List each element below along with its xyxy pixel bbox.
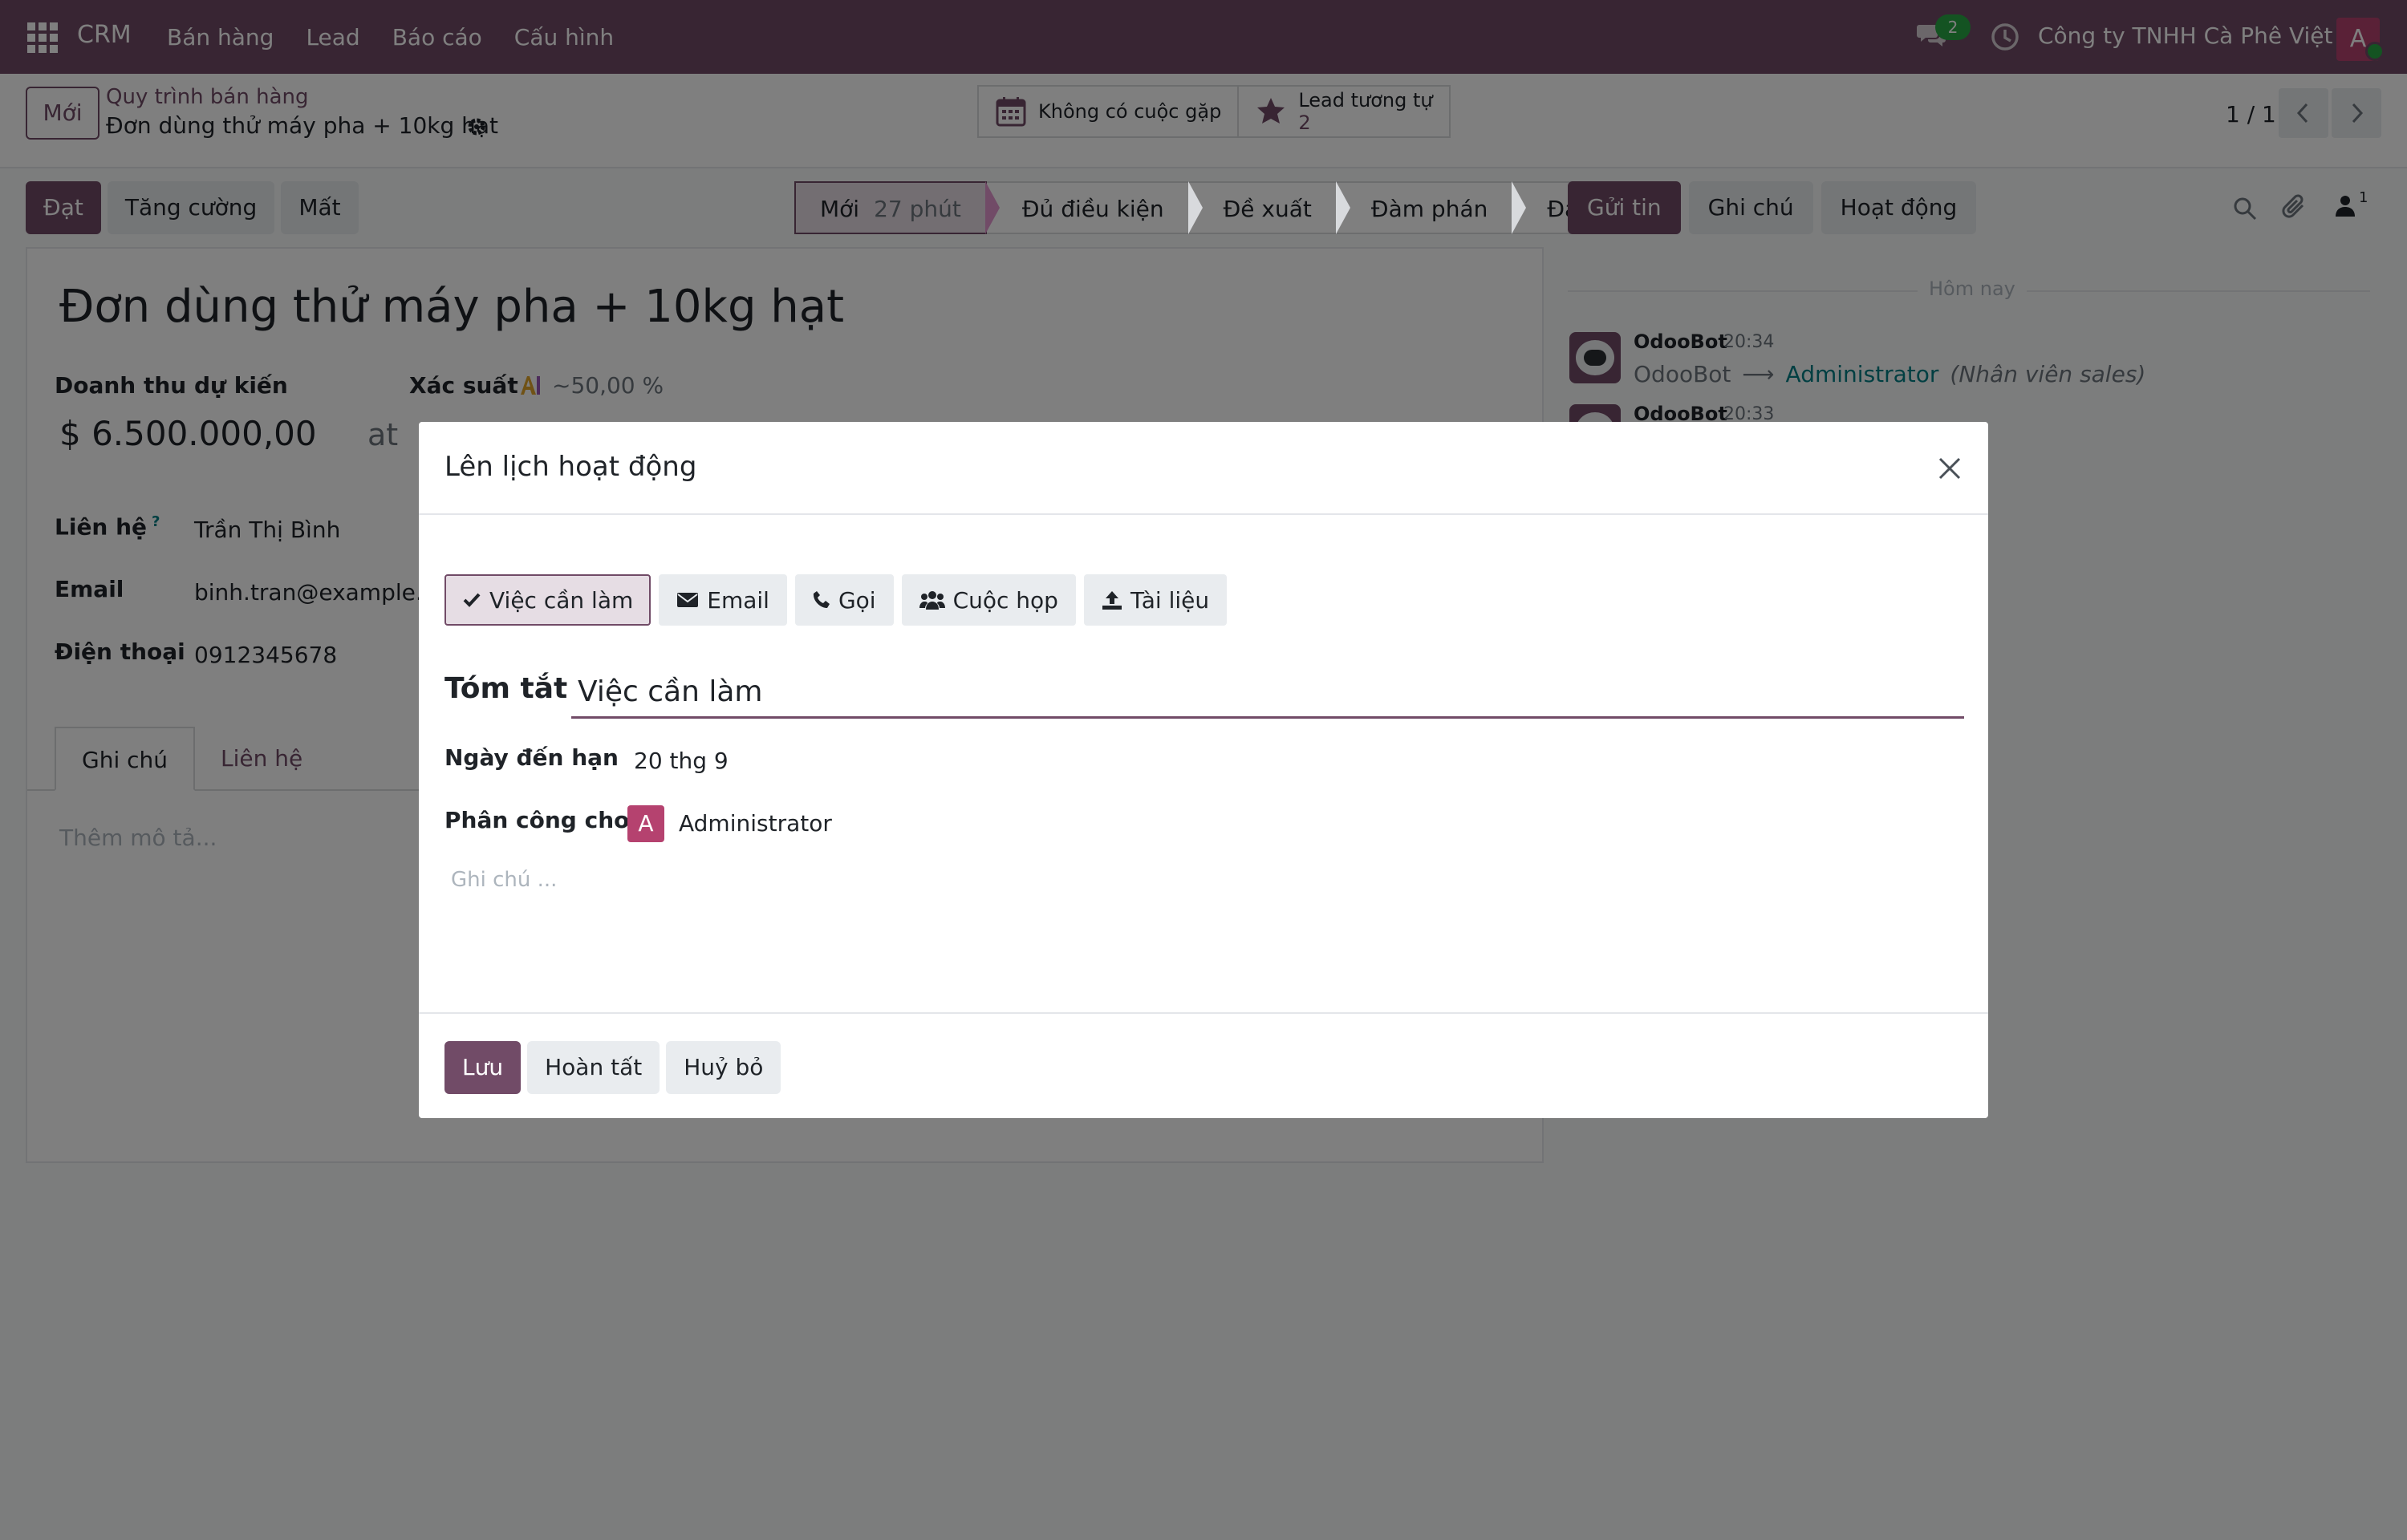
dialog-footer: Lưu Hoàn tất Huỷ bỏ	[419, 1012, 1988, 1118]
activity-type-call[interactable]: Gọi	[794, 574, 894, 626]
check-icon	[463, 593, 481, 607]
activity-type-todo[interactable]: Việc cần làm	[444, 574, 651, 626]
phone-icon	[813, 591, 830, 608]
dialog-title: Lên lịch hoạt động	[444, 451, 697, 483]
discard-button[interactable]: Huỷ bỏ	[666, 1041, 781, 1094]
envelope-icon	[677, 593, 699, 607]
activity-type-todo-label: Việc cần làm	[489, 586, 634, 614]
due-date-input[interactable]: 20 thg 9	[634, 748, 729, 774]
summary-input[interactable]	[571, 667, 1964, 719]
dialog-header: Lên lịch hoạt động	[419, 422, 1988, 515]
note-input[interactable]: Ghi chú ...	[451, 868, 557, 892]
users-icon	[919, 591, 945, 610]
activity-type-email-label: Email	[707, 586, 769, 614]
schedule-activity-dialog: Lên lịch hoạt động Việc cần làm Email Gọ…	[419, 422, 1988, 1118]
assigned-to-input[interactable]: Administrator	[679, 810, 832, 837]
close-icon[interactable]	[1937, 456, 1963, 481]
assignee-avatar: A	[627, 805, 664, 842]
save-button[interactable]: Lưu	[444, 1041, 522, 1094]
activity-type-buttons: Việc cần làm Email Gọi Cuộc họp Tài liệu	[444, 574, 1228, 626]
activity-type-document-label: Tài liệu	[1130, 586, 1210, 614]
upload-icon	[1102, 591, 1122, 610]
activity-type-meeting[interactable]: Cuộc họp	[901, 574, 1076, 626]
due-date-label: Ngày đến hạn	[444, 744, 619, 771]
assigned-to-label: Phân công cho	[444, 807, 630, 833]
mark-done-button[interactable]: Hoàn tất	[527, 1041, 660, 1094]
activity-type-email[interactable]: Email	[659, 574, 787, 626]
dialog-footer-buttons: Lưu Hoàn tất Huỷ bỏ	[444, 1041, 781, 1094]
activity-type-meeting-label: Cuộc họp	[952, 586, 1058, 614]
activity-type-document[interactable]: Tài liệu	[1083, 574, 1228, 626]
summary-label: Tóm tắt	[444, 672, 568, 705]
activity-type-call-label: Gọi	[838, 586, 876, 614]
